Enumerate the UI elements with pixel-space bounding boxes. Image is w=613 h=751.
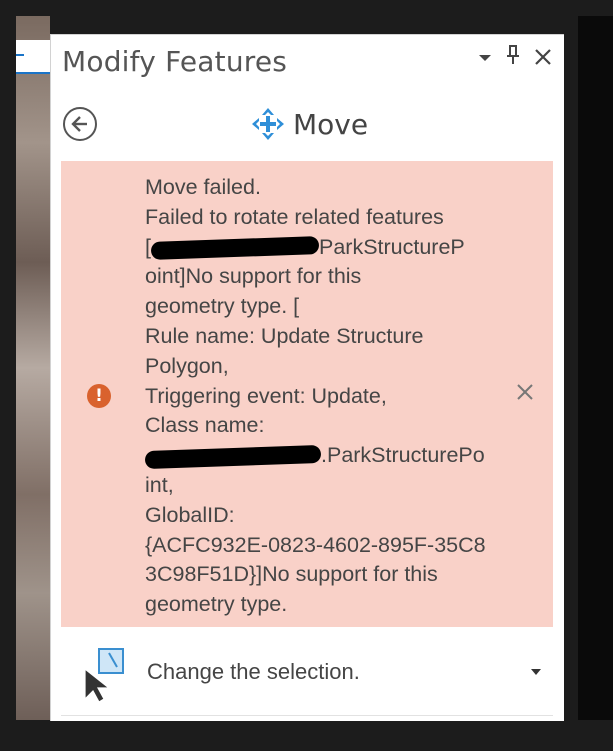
dismiss-error-button[interactable] xyxy=(515,381,535,407)
error-line: geometry type. xyxy=(145,592,288,617)
pane-title: Modify Features xyxy=(62,45,288,78)
error-line: int, xyxy=(145,472,174,497)
error-line: Polygon, xyxy=(145,353,229,378)
error-message-box: ! Move failed. Failed to rotate related … xyxy=(61,161,553,627)
modify-features-pane: Modify Features Move ! Move failed. Fail… xyxy=(50,34,564,721)
error-line: GlobalID: xyxy=(145,502,235,527)
error-line: 3C98F51D}]No support for this xyxy=(145,562,438,587)
error-line: .ParkStructurePo xyxy=(144,441,505,471)
error-line: oint]No support for this xyxy=(145,264,362,289)
pin-icon[interactable] xyxy=(506,45,520,71)
pane-title-controls xyxy=(478,45,552,71)
window-edge xyxy=(578,16,613,720)
tool-header: Move xyxy=(251,107,368,141)
selection-label: Change the selection. xyxy=(147,659,360,684)
close-icon xyxy=(517,384,533,400)
tab-indicator-icon xyxy=(16,54,24,56)
error-line-end: ParkStructureP xyxy=(318,234,465,259)
map-background xyxy=(16,16,50,720)
error-line: Rule name: Update Structure xyxy=(145,323,424,348)
error-line: {ACFC932E-0823-4602-895F-35C8 xyxy=(145,532,486,557)
select-cursor-icon xyxy=(84,648,124,703)
error-line: geometry type. [ xyxy=(145,294,300,319)
exclamation-circle-icon: ! xyxy=(87,384,111,408)
back-arrow-icon xyxy=(71,116,87,132)
error-line: Triggering event: Update, xyxy=(145,383,387,408)
error-message-text: Move failed. Failed to rotate related fe… xyxy=(144,173,505,620)
chevron-down-icon[interactable] xyxy=(529,665,543,681)
error-line: [ ParkStructureP xyxy=(145,233,505,263)
close-icon[interactable] xyxy=(534,47,552,69)
left-pane-tab[interactable] xyxy=(16,40,50,74)
back-button[interactable] xyxy=(63,107,97,141)
error-line-end: .ParkStructurePo xyxy=(321,443,485,468)
redaction-mark xyxy=(150,235,320,260)
redaction-mark xyxy=(144,444,322,469)
tool-label: Move xyxy=(293,107,369,141)
error-line: Class name: xyxy=(145,413,265,438)
change-selection-row[interactable]: Change the selection. xyxy=(81,647,551,707)
error-line-start: [ xyxy=(145,234,151,259)
divider xyxy=(61,715,553,716)
pane-options-dropdown-icon[interactable] xyxy=(478,47,492,69)
error-line: Move failed. xyxy=(145,175,261,199)
error-line: Failed to rotate related features xyxy=(145,204,444,229)
move-arrows-icon xyxy=(252,108,284,140)
